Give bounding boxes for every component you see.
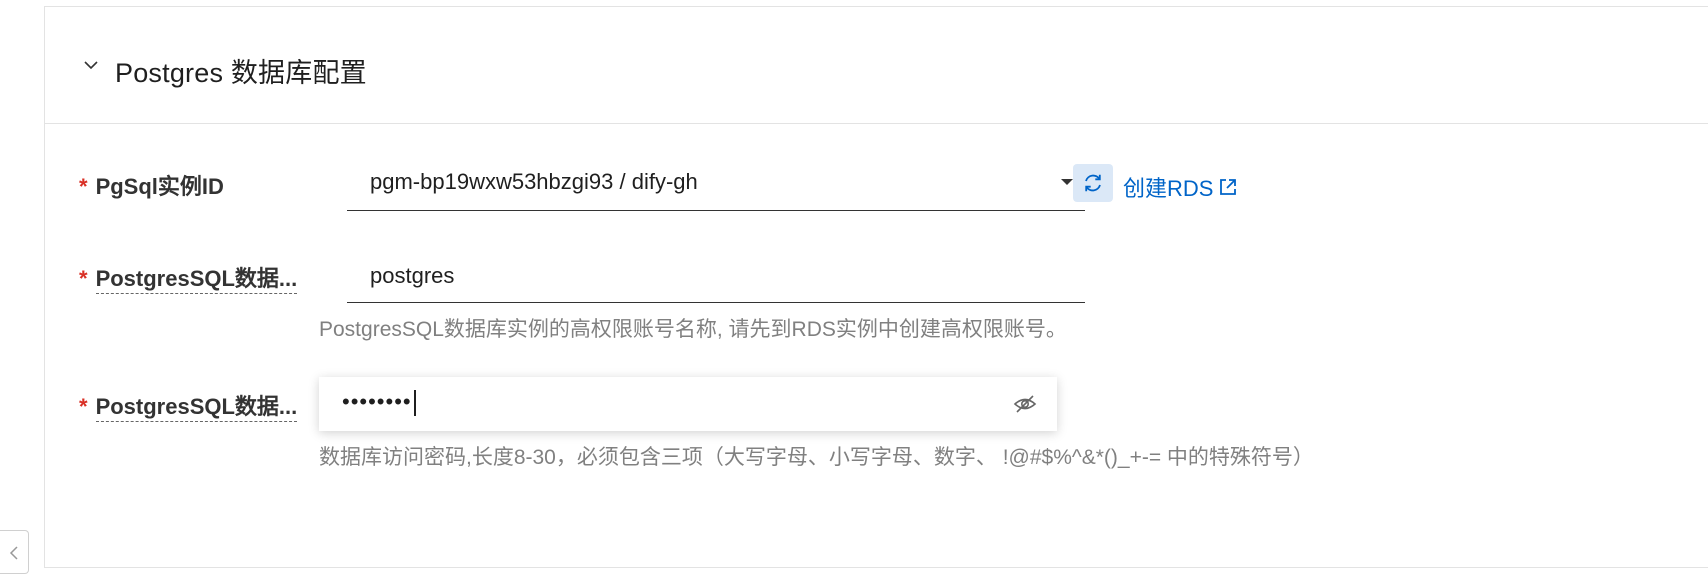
chevron-left-icon bbox=[9, 546, 18, 560]
db-user-input[interactable]: postgres bbox=[347, 247, 1085, 303]
instance-id-label: * PgSql实例ID bbox=[79, 169, 224, 201]
instance-id-label-text: PgSql实例ID bbox=[95, 174, 224, 199]
external-link-icon bbox=[1220, 179, 1237, 195]
chevron-down-icon[interactable] bbox=[83, 57, 99, 73]
db-password-input[interactable]: •••••••• bbox=[319, 377, 1057, 431]
db-user-label: * PostgresSQL数据... bbox=[79, 261, 298, 294]
eye-off-icon[interactable] bbox=[1013, 393, 1037, 415]
db-password-help: 数据库访问密码,长度8-30，必须包含三项（大写字母、小写字母、数字、 !@#$… bbox=[319, 446, 1314, 469]
required-marker: * bbox=[79, 174, 88, 199]
required-marker: * bbox=[79, 394, 88, 419]
db-user-label-text: PostgresSQL数据... bbox=[95, 266, 298, 294]
db-password-mask: •••••••• bbox=[342, 389, 412, 414]
section-title: Postgres 数据库配置 bbox=[115, 58, 367, 88]
db-password-label: * PostgresSQL数据... bbox=[79, 389, 298, 422]
db-user-help: PostgresSQL数据库实例的高权限账号名称, 请先到RDS实例中创建高权限… bbox=[319, 318, 1067, 341]
instance-id-select[interactable]: pgm-bp19wxw53hbzgi93 / dify-gh bbox=[347, 157, 1085, 211]
refresh-icon bbox=[1085, 174, 1101, 192]
db-user-value: postgres bbox=[370, 263, 455, 288]
left-rail bbox=[0, 0, 44, 572]
db-password-value: •••••••• bbox=[342, 389, 416, 417]
panel-toggle-tab[interactable] bbox=[0, 530, 29, 574]
refresh-button[interactable] bbox=[1073, 164, 1113, 202]
required-marker: * bbox=[79, 266, 88, 291]
text-cursor bbox=[413, 390, 416, 417]
create-rds-link[interactable]: 创建RDS bbox=[1123, 171, 1239, 203]
panel-header[interactable]: Postgres 数据库配置 bbox=[45, 7, 1708, 124]
db-password-label-text: PostgresSQL数据... bbox=[95, 394, 298, 422]
postgres-config-panel: Postgres 数据库配置 * PgSql实例ID pgm-bp19wxw53h… bbox=[44, 6, 1708, 568]
create-rds-label: 创建RDS bbox=[1123, 176, 1214, 201]
instance-id-value: pgm-bp19wxw53hbzgi93 / dify-gh bbox=[370, 169, 698, 194]
